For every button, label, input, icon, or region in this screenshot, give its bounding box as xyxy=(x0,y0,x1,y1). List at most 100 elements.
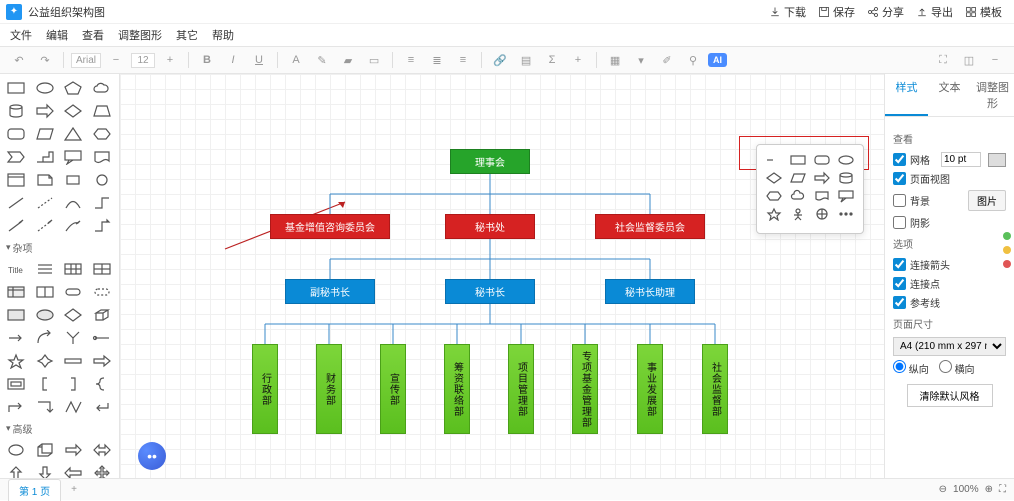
shape-step[interactable] xyxy=(33,147,57,167)
shape-chip[interactable] xyxy=(90,282,114,302)
align-left-button[interactable]: ≡ xyxy=(400,49,422,71)
shape-line-dashed[interactable] xyxy=(33,193,57,213)
shape-arrow-down[interactable] xyxy=(33,463,57,478)
shape-arrow-line[interactable] xyxy=(4,216,28,236)
canvas[interactable]: 理事会 基金增值咨询委员会 秘书处 社会监督委员会 副秘书长 秘书长 秘书长助理… xyxy=(120,74,884,478)
orientation-portrait[interactable]: 纵向 xyxy=(893,360,929,376)
shape-rect-fill[interactable] xyxy=(4,305,28,325)
shape-brace[interactable] xyxy=(90,374,114,394)
shape-fork[interactable] xyxy=(61,328,85,348)
layers-button[interactable]: ▤ xyxy=(515,49,537,71)
popup-more-icon[interactable] xyxy=(837,207,855,221)
popup-callout-icon[interactable] xyxy=(837,189,855,203)
node-l2-1[interactable]: 秘书处 xyxy=(445,214,535,239)
shape-arrow-b2[interactable] xyxy=(33,328,57,348)
shape-star2[interactable] xyxy=(33,351,57,371)
popup-actor-icon[interactable] xyxy=(789,207,807,221)
link-button[interactable]: 🔗 xyxy=(489,49,511,71)
section-advanced[interactable]: 高级 xyxy=(4,417,115,440)
shape-flag[interactable] xyxy=(4,147,28,167)
shape-bracket-r[interactable] xyxy=(61,374,85,394)
table-button[interactable]: ▦ xyxy=(604,49,626,71)
fit-page-button[interactable]: ⛶ xyxy=(999,484,1006,495)
shape-parallelogram[interactable] xyxy=(33,124,57,144)
shape-elbow[interactable] xyxy=(90,193,114,213)
menu-view[interactable]: 查看 xyxy=(82,27,104,43)
share-button[interactable]: 分享 xyxy=(861,2,910,22)
shape-pentagon[interactable] xyxy=(61,78,85,98)
shape-diamond[interactable] xyxy=(61,101,85,121)
tab-style[interactable]: 样式 xyxy=(885,74,928,116)
shape-split[interactable] xyxy=(33,282,57,302)
shape-arrow-curve[interactable] xyxy=(61,216,85,236)
assistant-bot-icon[interactable]: •• xyxy=(138,442,166,470)
shape-hexagon[interactable] xyxy=(90,124,114,144)
conn-point-checkbox[interactable] xyxy=(893,277,906,290)
menu-arrange[interactable]: 调整图形 xyxy=(118,27,162,43)
pageview-checkbox[interactable] xyxy=(893,172,906,185)
redo-button[interactable]: ↷ xyxy=(34,49,56,71)
ai-button[interactable]: AI xyxy=(708,53,727,67)
node-l4-3[interactable]: 筹资联络部 xyxy=(444,344,470,434)
shape-note[interactable] xyxy=(33,170,57,190)
node-l4-6[interactable]: 事业发展部 xyxy=(637,344,663,434)
font-size-inc[interactable]: + xyxy=(159,49,181,71)
line-color-button[interactable]: ▭ xyxy=(363,49,385,71)
underline-button[interactable]: U xyxy=(248,49,270,71)
node-l2-0[interactable]: 基金增值咨询委员会 xyxy=(270,214,390,239)
zoom-in-button[interactable]: ⊕ xyxy=(985,484,993,495)
tab-arrange[interactable]: 调整图形 xyxy=(971,74,1014,116)
shape-cylinder[interactable] xyxy=(4,101,28,121)
fill-color-button[interactable]: ▰ xyxy=(337,49,359,71)
shape-zigzag[interactable] xyxy=(61,397,85,417)
template-button[interactable]: 模板 xyxy=(959,2,1008,22)
shape-turn1[interactable] xyxy=(4,397,28,417)
popup-roundrect-icon[interactable] xyxy=(813,153,831,167)
shape-box3d[interactable] xyxy=(33,440,57,460)
shape-frame[interactable] xyxy=(4,374,28,394)
shape-cube[interactable] xyxy=(90,305,114,325)
image-button[interactable]: 图片 xyxy=(968,190,1006,211)
download-button[interactable]: 下载 xyxy=(763,2,812,22)
shape-conn[interactable] xyxy=(90,328,114,348)
zoom-out-button[interactable]: ⊖ xyxy=(939,484,947,495)
node-l3-1[interactable]: 秘书长 xyxy=(445,279,535,304)
popup-none-icon[interactable] xyxy=(765,153,783,167)
shape-trapezoid[interactable] xyxy=(90,101,114,121)
background-checkbox[interactable] xyxy=(893,194,906,207)
shape-arrow-up[interactable] xyxy=(4,463,28,478)
section-misc[interactable]: 杂项 xyxy=(4,236,115,259)
font-size-dec[interactable]: − xyxy=(105,49,127,71)
shape-picker-popup[interactable] xyxy=(756,144,864,234)
shape-text[interactable]: Title xyxy=(4,259,28,279)
shape-arrow-right[interactable] xyxy=(33,101,57,121)
fullscreen-button[interactable]: ⛶ xyxy=(932,49,954,71)
shape-container[interactable] xyxy=(4,170,28,190)
align-right-button[interactable]: ≡ xyxy=(452,49,474,71)
node-l4-2[interactable]: 宣传部 xyxy=(380,344,406,434)
eyedropper-button[interactable]: ✐ xyxy=(656,49,678,71)
collapse-button[interactable]: − xyxy=(984,49,1006,71)
shape-diamond2[interactable] xyxy=(61,305,85,325)
reset-style-button[interactable]: 清除默认风格 xyxy=(907,384,993,407)
save-button[interactable]: 保存 xyxy=(812,2,861,22)
chevron-down-icon[interactable]: ▾ xyxy=(630,49,652,71)
shape-arrow-elbow[interactable] xyxy=(90,216,114,236)
shape-ellipse-fill[interactable] xyxy=(33,305,57,325)
shadow-checkbox[interactable] xyxy=(893,216,906,229)
shape-line1[interactable] xyxy=(4,193,28,213)
text-color-button[interactable]: A xyxy=(285,49,307,71)
node-l2-2[interactable]: 社会监督委员会 xyxy=(595,214,705,239)
shape-arrow-big[interactable] xyxy=(90,351,114,371)
page-size-select[interactable]: A4 (210 mm x 297 mm) xyxy=(893,337,1006,356)
export-button[interactable]: 导出 xyxy=(910,2,959,22)
shape-arrow-dashed[interactable] xyxy=(33,216,57,236)
guides-checkbox[interactable] xyxy=(893,296,906,309)
tab-text[interactable]: 文本 xyxy=(928,74,971,116)
grid-color-swatch[interactable] xyxy=(988,153,1006,167)
shape-bracket-l[interactable] xyxy=(33,374,57,394)
undo-button[interactable]: ↶ xyxy=(8,49,30,71)
add-button[interactable]: + xyxy=(567,49,589,71)
shape-grid[interactable] xyxy=(90,259,114,279)
shape-turn2[interactable] xyxy=(33,397,57,417)
